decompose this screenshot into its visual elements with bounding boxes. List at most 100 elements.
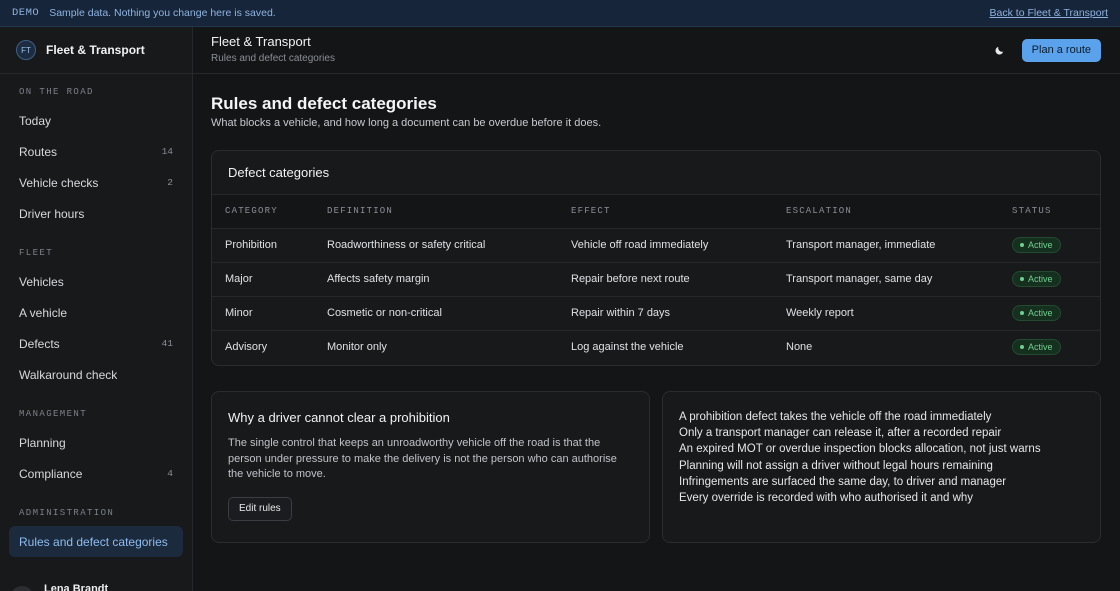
- column-header: STATUS: [999, 195, 1100, 229]
- cell-status: Active: [999, 296, 1100, 331]
- status-badge: Active: [1012, 305, 1061, 321]
- defect-table: CATEGORY DEFINITION EFFECT ESCALATION ST…: [212, 195, 1100, 364]
- demo-message: Sample data. Nothing you change here is …: [49, 7, 276, 19]
- cell-status: Active: [999, 330, 1100, 364]
- status-dot: [1020, 311, 1024, 315]
- sidebar-item-label: Planning: [19, 435, 66, 450]
- brand-logo: FT: [16, 40, 36, 60]
- sidebar-item-today[interactable]: Today: [9, 105, 183, 136]
- sidebar: FT Fleet & Transport ON THE ROAD Today R…: [0, 27, 193, 591]
- cell-escalation: Transport manager, same day: [773, 262, 999, 297]
- nav-heading: MANAGEMENT: [19, 409, 88, 419]
- nav-heading: FLEET: [19, 248, 54, 258]
- status-dot: [1020, 345, 1024, 350]
- moon-icon: [995, 46, 1004, 54]
- status-label: Active: [1028, 240, 1053, 250]
- cell-status: Active: [999, 262, 1100, 297]
- user-menu[interactable]: LB Lena Brandt ⌃: [0, 572, 192, 591]
- demo-banner: DEMO Sample data. Nothing you change her…: [0, 0, 1120, 27]
- sidebar-item-rules[interactable]: Rules and defect categories: [9, 526, 183, 557]
- status-dot: [1020, 243, 1024, 247]
- edit-rules-button[interactable]: Edit rules: [228, 496, 292, 521]
- sidebar-item-label: Defects: [19, 336, 60, 351]
- column-header: DEFINITION: [314, 195, 558, 229]
- why-title: Why a driver cannot clear a prohibition: [228, 410, 450, 425]
- cell-status: Active: [999, 228, 1100, 263]
- sidebar-item-label: Driver hours: [19, 206, 85, 221]
- user-name: Lena Brandt: [44, 583, 109, 591]
- table-row[interactable]: Advisory Monitor only Log against the ve…: [212, 330, 1100, 364]
- why-body: The single control that keeps an unroadw…: [228, 437, 617, 480]
- column-header: EFFECT: [558, 195, 773, 229]
- rule-item: Planning will not assign a driver withou…: [679, 459, 993, 472]
- cell-effect: Vehicle off road immediately: [558, 228, 773, 263]
- nav-section-management: MANAGEMENT Planning Compliance 4: [0, 390, 192, 489]
- sidebar-item-count: 14: [161, 146, 173, 157]
- cell-definition: Affects safety margin: [314, 262, 558, 297]
- sidebar-item-label: Vehicles: [19, 274, 64, 289]
- sidebar-item-compliance[interactable]: Compliance 4: [9, 458, 183, 489]
- sidebar-item-vehicles[interactable]: Vehicles: [9, 266, 183, 297]
- header-title: Fleet & Transport: [211, 34, 311, 49]
- table-header-row: CATEGORY DEFINITION EFFECT ESCALATION ST…: [212, 195, 1100, 229]
- sidebar-item-routes[interactable]: Routes 14: [9, 136, 183, 167]
- status-label: Active: [1028, 274, 1053, 284]
- sidebar-item-label: Today: [19, 113, 52, 128]
- brand-name: Fleet & Transport: [46, 43, 145, 57]
- theme-toggle-button[interactable]: [988, 38, 1012, 62]
- cell-escalation: Weekly report: [773, 296, 999, 331]
- rule-item: Infringements are surfaced the same day,…: [679, 475, 1007, 488]
- nav-section-fleet: FLEET Vehicles A vehicle Defects 41 Walka…: [0, 229, 192, 390]
- page-title: Rules and defect categories: [211, 94, 437, 113]
- status-badge: Active: [1012, 237, 1061, 253]
- defect-categories-card: Defect categories CATEGORY DEFINITION EF…: [211, 150, 1101, 366]
- cell-definition: Cosmetic or non-critical: [314, 296, 558, 331]
- cell-category: Minor: [212, 296, 314, 331]
- cell-escalation: Transport manager, immediate: [773, 228, 999, 263]
- status-dot: [1020, 277, 1024, 281]
- status-label: Active: [1028, 308, 1053, 318]
- sidebar-item-count: 41: [161, 338, 173, 349]
- brand[interactable]: FT Fleet & Transport: [0, 27, 192, 74]
- rules-card: A prohibition defect takes the vehicle o…: [662, 391, 1101, 543]
- rule-item: A prohibition defect takes the vehicle o…: [679, 411, 992, 423]
- column-header: CATEGORY: [212, 195, 314, 229]
- sidebar-item-driver-hours[interactable]: Driver hours: [9, 198, 183, 229]
- sidebar-item-label: Walkaround check: [19, 367, 118, 382]
- status-label: Active: [1028, 342, 1053, 353]
- status-badge: Active: [1012, 339, 1061, 356]
- nav-section-administration: ADMINISTRATION Rules and defect categori…: [0, 489, 192, 557]
- cell-definition: Monitor only: [327, 341, 387, 354]
- sidebar-item-label: Compliance: [19, 466, 83, 481]
- cell-effect: Log against the vehicle: [571, 341, 684, 354]
- cell-effect: Repair before next route: [558, 262, 773, 297]
- rule-item: Only a transport manager can release it,…: [679, 427, 1002, 440]
- sidebar-item-vehicle-checks[interactable]: Vehicle checks 2: [9, 167, 183, 198]
- cell-category: Prohibition: [212, 228, 314, 263]
- plan-route-button[interactable]: Plan a route: [1021, 38, 1101, 62]
- rule-item: An expired MOT or overdue inspection blo…: [679, 443, 1041, 456]
- cell-category: Major: [212, 262, 314, 297]
- table-row[interactable]: Major Affects safety margin Repair befor…: [212, 262, 1100, 297]
- sidebar-item-planning[interactable]: Planning: [9, 427, 183, 458]
- sidebar-item-count: 4: [167, 468, 173, 479]
- sidebar-item-label: A vehicle: [19, 305, 68, 320]
- column-header: ESCALATION: [773, 195, 999, 229]
- header-subtitle: Rules and defect categories: [211, 53, 335, 64]
- avatar: LB: [10, 586, 34, 591]
- table-row[interactable]: Minor Cosmetic or non-critical Repair wi…: [212, 296, 1100, 331]
- cell-definition: Roadworthiness or safety critical: [314, 228, 558, 263]
- sidebar-item-count: 2: [167, 177, 173, 188]
- cell-escalation: None: [786, 341, 813, 354]
- cell-category: Advisory: [225, 341, 268, 354]
- sidebar-item-label: Rules and defect categories: [19, 534, 168, 549]
- cell-effect: Repair within 7 days: [558, 296, 773, 331]
- topbar: Fleet & Transport Rules and defect categ…: [193, 27, 1120, 74]
- table-row[interactable]: Prohibition Roadworthiness or safety cri…: [212, 228, 1100, 263]
- sidebar-item-a-vehicle[interactable]: A vehicle: [9, 297, 183, 328]
- sidebar-item-walkaround-check[interactable]: Walkaround check: [9, 359, 183, 390]
- sidebar-item-defects[interactable]: Defects 41: [9, 328, 183, 359]
- main: Fleet & Transport Rules and defect categ…: [193, 27, 1120, 591]
- back-link[interactable]: Back to Fleet & Transport: [990, 7, 1108, 19]
- why-prohibition-card: Why a driver cannot clear a prohibition …: [211, 391, 650, 543]
